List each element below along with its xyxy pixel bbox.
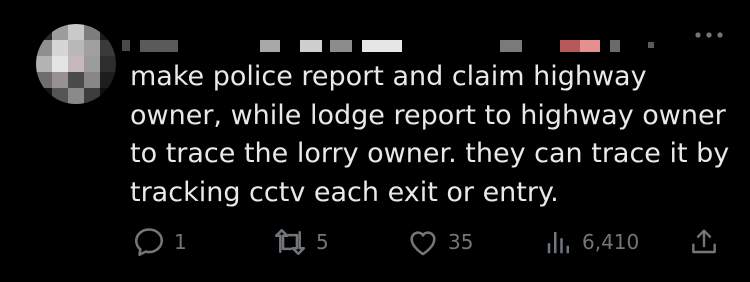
views-bar-chart-icon (547, 232, 569, 254)
repost-button[interactable]: 5 (272, 222, 329, 262)
more-dots-icon[interactable] (694, 26, 724, 38)
redacted-author-header (0, 0, 750, 60)
repost-icon (274, 228, 306, 256)
heart-icon (410, 231, 436, 256)
reply-bubble-icon (134, 228, 164, 257)
reply-text: make police report and claim highway own… (130, 61, 730, 208)
share-upload-icon (692, 229, 716, 254)
reply-tweet[interactable]: make police report and claim highway own… (0, 0, 750, 282)
like-button[interactable]: 35 (406, 222, 473, 262)
reply-button[interactable]: 1 (132, 222, 187, 262)
reply-count: 1 (174, 230, 187, 254)
like-count: 35 (448, 230, 474, 254)
action-bar: 1 5 35 6,410 (0, 222, 750, 262)
views-button[interactable]: 6,410 (544, 222, 639, 262)
share-button[interactable] (688, 222, 720, 262)
views-count: 6,410 (582, 230, 640, 254)
repost-count: 5 (316, 230, 329, 254)
